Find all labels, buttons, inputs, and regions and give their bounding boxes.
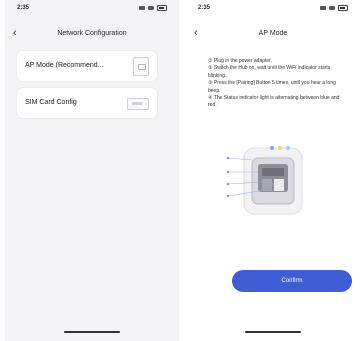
instruction-step-4: ④ The Status indicator light is alternat…	[208, 95, 340, 109]
hub-device-illustration	[226, 146, 303, 215]
nav-bar: ‹ Network Configuration	[5, 27, 179, 41]
instruction-step-2: ② Switch the Hub on, wait until the WiFi…	[208, 65, 331, 79]
ap-mode-screen: 2:35 ‹ AP Mode ① Plug in the power adapt…	[186, 0, 360, 341]
status-time: 2:35	[17, 5, 30, 11]
back-button[interactable]: ‹	[13, 27, 17, 39]
instruction-step-3: ③ Press the [Pairing] Button 5 times, un…	[208, 80, 336, 94]
network-configuration-screen: 2:35 ‹ Network Configuration AP Mode (Re…	[5, 0, 179, 341]
confirm-button[interactable]: Confirm	[232, 270, 352, 292]
ap-mode-option[interactable]: AP Mode (Recommend...	[17, 51, 157, 81]
battery-icon	[157, 5, 167, 11]
signal-icon	[320, 6, 326, 10]
home-indicator	[64, 331, 120, 333]
wifi-icon	[148, 6, 154, 10]
battery-icon	[338, 5, 348, 11]
hub-device-icon	[133, 57, 149, 76]
status-bar: 2:35	[198, 5, 348, 15]
home-indicator	[245, 331, 301, 333]
sim-card-icon	[127, 98, 149, 110]
instructions: ① Plug in the power adapter. ② Switch th…	[208, 58, 348, 110]
status-time: 2:35	[198, 5, 211, 11]
instruction-step-1: ① Plug in the power adapter.	[208, 58, 272, 64]
nav-bar: ‹ AP Mode	[186, 27, 360, 41]
back-button[interactable]: ‹	[194, 27, 198, 39]
sim-card-config-label: SIM Card Config	[25, 99, 77, 106]
wifi-icon	[329, 6, 335, 10]
ap-mode-label: AP Mode (Recommend...	[25, 62, 104, 69]
signal-icon	[139, 6, 145, 10]
page-title: AP Mode	[258, 30, 288, 37]
sim-card-config-option[interactable]: SIM Card Config	[17, 88, 157, 118]
status-bar: 2:35	[17, 5, 167, 15]
page-title: Network Configuration	[57, 30, 127, 37]
